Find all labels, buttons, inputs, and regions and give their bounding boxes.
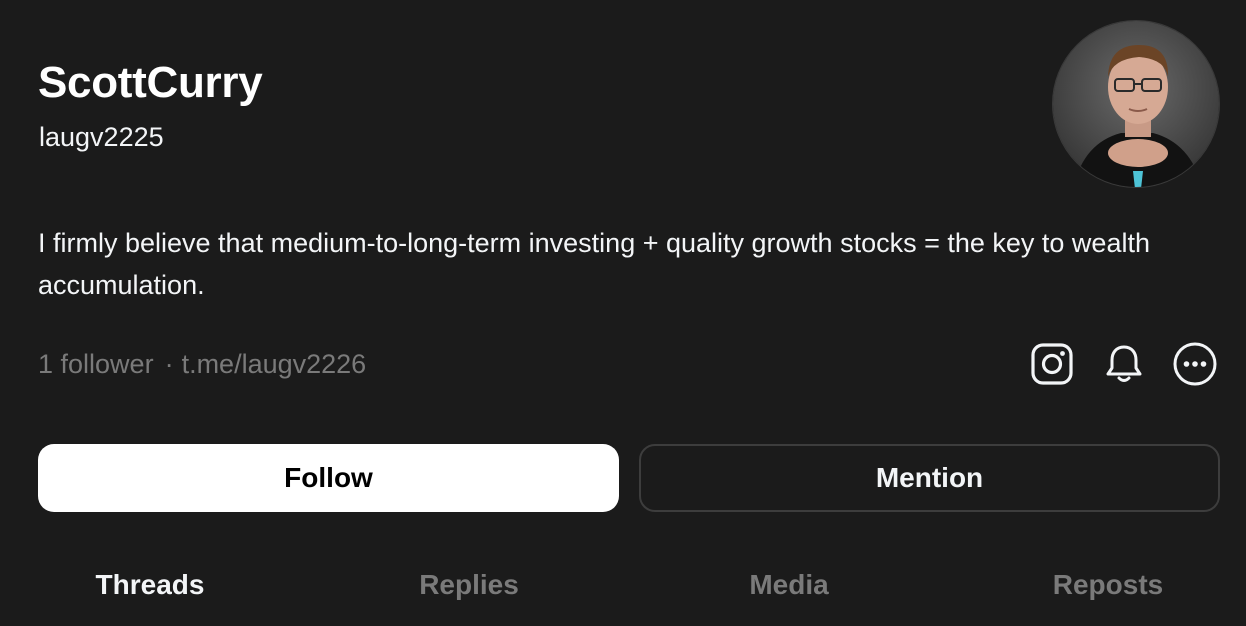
profile-link[interactable]: t.me/laugv2226 bbox=[182, 349, 367, 379]
notifications-button[interactable] bbox=[1101, 341, 1147, 387]
mention-button[interactable]: Mention bbox=[639, 444, 1220, 512]
profile-tabs: Threads Replies Media Reposts bbox=[0, 560, 1246, 610]
instagram-button[interactable] bbox=[1029, 341, 1075, 387]
instagram-icon bbox=[1031, 343, 1073, 385]
follower-count[interactable]: 1 follower bbox=[38, 349, 154, 379]
meta-separator: · bbox=[164, 349, 174, 379]
bell-icon bbox=[1106, 345, 1142, 382]
tab-replies[interactable]: Replies bbox=[349, 566, 589, 604]
tab-media[interactable]: Media bbox=[669, 566, 909, 604]
username: laugv2225 bbox=[39, 122, 164, 152]
profile-meta: 1 follower · t.me/laugv2226 bbox=[38, 346, 366, 382]
tab-reposts[interactable]: Reposts bbox=[988, 566, 1228, 604]
more-options-button[interactable] bbox=[1172, 341, 1218, 387]
avatar-photo bbox=[1053, 21, 1219, 187]
follow-button[interactable]: Follow bbox=[38, 444, 619, 512]
display-name: ScottCurry bbox=[38, 58, 263, 107]
more-icon bbox=[1173, 342, 1217, 386]
avatar[interactable] bbox=[1052, 20, 1220, 188]
bio: I firmly believe that medium-to-long-ter… bbox=[38, 228, 1150, 300]
tab-threads[interactable]: Threads bbox=[30, 566, 270, 604]
